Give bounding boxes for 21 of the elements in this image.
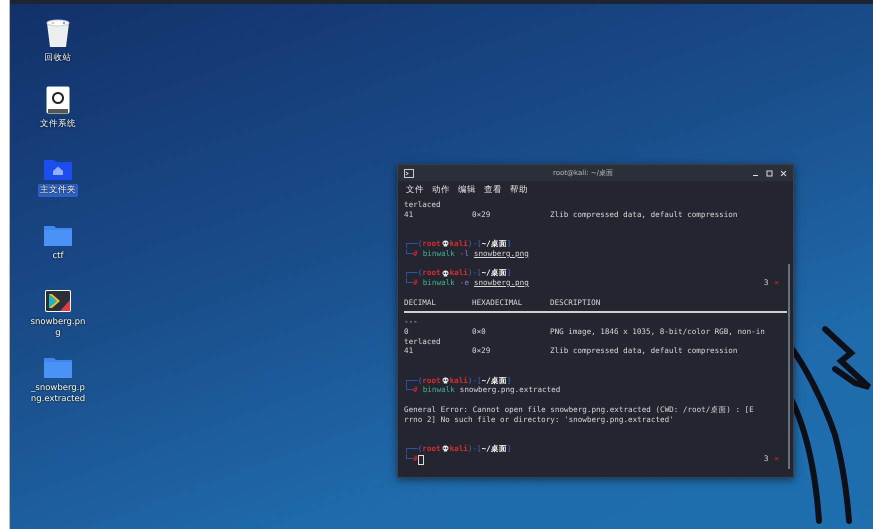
maximize-icon[interactable] <box>766 170 773 176</box>
terminal-icon <box>404 168 414 178</box>
menu-item[interactable]: 编辑 <box>458 184 476 196</box>
close-icon[interactable] <box>780 170 787 176</box>
drive-icon[interactable] <box>46 84 70 114</box>
icon-label[interactable]: _snowberg.png.extracted <box>28 382 88 406</box>
trash-icon[interactable] <box>45 18 71 48</box>
icon-label[interactable]: 文件系统 <box>38 118 78 131</box>
icon-label[interactable]: 主文件夹 <box>38 184 78 197</box>
skull-icon <box>442 239 449 249</box>
menu-item[interactable]: 帮助 <box>510 184 528 196</box>
menu-item[interactable]: 查看 <box>484 184 502 196</box>
icon-label[interactable]: 回收站 <box>42 52 74 65</box>
skull-icon <box>442 376 449 386</box>
icon-label[interactable]: snowberg.png <box>28 316 88 340</box>
menu-item[interactable]: 文件 <box>406 184 424 196</box>
scrollbar[interactable] <box>788 264 790 469</box>
icon-label[interactable]: ctf <box>50 250 66 263</box>
skull-icon <box>442 268 449 278</box>
skull-icon <box>442 444 449 454</box>
menu-item[interactable]: 动作 <box>432 184 450 196</box>
